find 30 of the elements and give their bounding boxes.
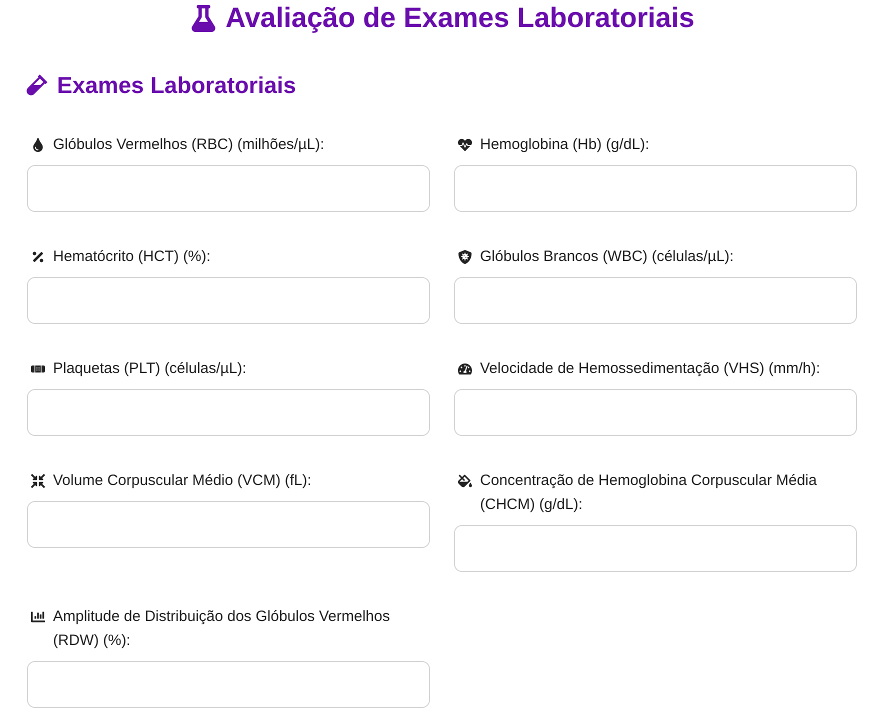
test-tube-icon xyxy=(26,74,48,96)
flask-icon xyxy=(190,4,217,32)
drop-icon xyxy=(31,138,45,152)
input-field[interactable] xyxy=(27,661,430,708)
field-label: Concentração de Hemoglobina Corpuscular Média (CHCM) (g/dL): xyxy=(480,471,818,515)
field-label: Glóbulos Vermelhos (RBC) (milhões/µL): xyxy=(53,135,324,155)
field-label: Glóbulos Brancos (WBC) (células/µL): xyxy=(480,247,734,267)
paint-bucket-icon xyxy=(458,474,472,488)
page-title: Avaliação de Exames Laboratoriais xyxy=(226,1,694,35)
input-field[interactable] xyxy=(27,165,430,212)
field-label: Velocidade de Hemossedimentação (VHS) (mm/h): xyxy=(480,359,820,379)
percent-icon xyxy=(31,250,45,264)
arrows-icon xyxy=(31,474,45,488)
field-label: Amplitude de Distribuição dos Glóbulos Vermelhos (RDW) (%): xyxy=(53,607,391,651)
input-field[interactable] xyxy=(454,165,857,212)
field-label: Plaquetas (PLT) (células/µL): xyxy=(53,359,246,379)
input-field[interactable] xyxy=(27,501,430,548)
shield-icon xyxy=(458,250,472,264)
input-field[interactable] xyxy=(454,277,857,324)
input-field[interactable] xyxy=(454,525,857,572)
field-label: Hemoglobina (Hb) (g/dL): xyxy=(480,135,650,155)
gauge-icon xyxy=(458,362,472,376)
input-field[interactable] xyxy=(27,277,430,324)
field-label: Hematócrito (HCT) (%): xyxy=(53,247,211,267)
field-label: Volume Corpuscular Médio (VCM) (fL): xyxy=(53,471,312,491)
input-field[interactable] xyxy=(27,389,430,436)
heart-pulse-icon xyxy=(458,138,472,152)
bar-chart-icon xyxy=(31,610,45,624)
input-field[interactable] xyxy=(454,389,857,436)
section-title: Exames Laboratoriais xyxy=(57,71,296,99)
